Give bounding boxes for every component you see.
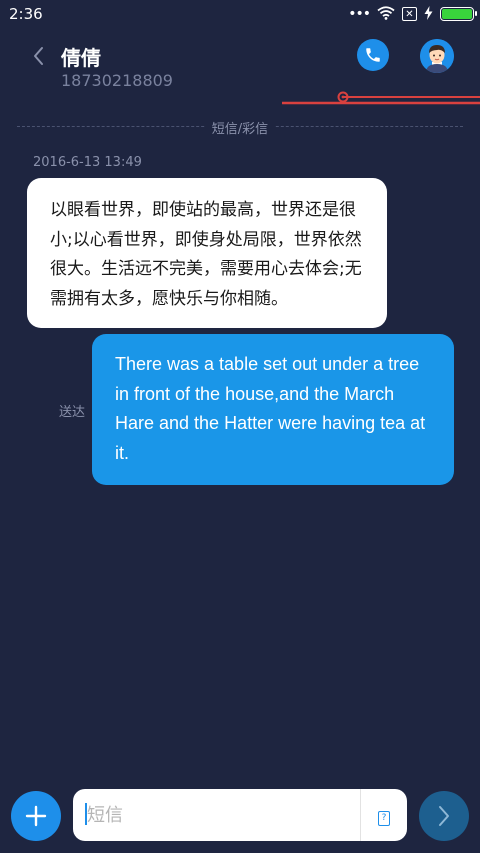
message-input-box: ? <box>73 789 407 841</box>
attach-button[interactable] <box>11 791 61 841</box>
status-time: 2:36 <box>9 5 43 23</box>
battery-icon <box>440 7 477 21</box>
status-bar: 2:36 ••• ✕ <box>0 0 480 28</box>
message-type-divider: 短信/彩信 <box>17 117 463 137</box>
incoming-message-bubble[interactable]: 以眼看世界，即使站的最高，世界还是很小;以心看世界，即使身处局限，世界依然很大。… <box>27 178 387 328</box>
plus-icon <box>25 805 47 827</box>
call-button[interactable] <box>357 39 389 71</box>
red-marker-decoration <box>280 88 480 108</box>
delivery-status: 送达 <box>59 405 86 420</box>
avatar-icon <box>420 39 454 73</box>
battery-fill <box>442 9 472 19</box>
composer-bar: ? <box>0 775 480 853</box>
contact-number: 18730218809 <box>61 71 173 90</box>
message-input[interactable] <box>87 789 357 841</box>
chevron-right-icon <box>439 806 449 826</box>
contact-name: 倩倩 <box>61 46 101 70</box>
chevron-left-icon <box>34 47 43 65</box>
more-dots-icon: ••• <box>348 6 371 22</box>
outgoing-message-text: There was a table set out under a tree i… <box>115 354 426 463</box>
back-button[interactable] <box>27 42 51 70</box>
outgoing-message-bubble[interactable]: There was a table set out under a tree i… <box>92 334 454 485</box>
message-timestamp: 2016-6-13 13:49 <box>33 155 142 170</box>
divider-label: 短信/彩信 <box>205 122 275 137</box>
status-icons: ••• ✕ <box>348 5 477 24</box>
battery-cap <box>475 11 477 16</box>
contact-avatar-button[interactable] <box>420 39 454 73</box>
lightning-icon <box>424 5 433 24</box>
input-separator <box>360 789 361 841</box>
sim-icon: ✕ <box>402 7 417 21</box>
phone-icon <box>366 48 380 62</box>
send-button[interactable] <box>419 791 469 841</box>
sim-select-icon[interactable]: ? <box>378 811 390 826</box>
incoming-message-text: 以眼看世界，即使站的最高，世界还是很小;以心看世界，即使身处局限，世界依然很大。… <box>50 200 362 309</box>
wifi-icon <box>377 5 395 24</box>
